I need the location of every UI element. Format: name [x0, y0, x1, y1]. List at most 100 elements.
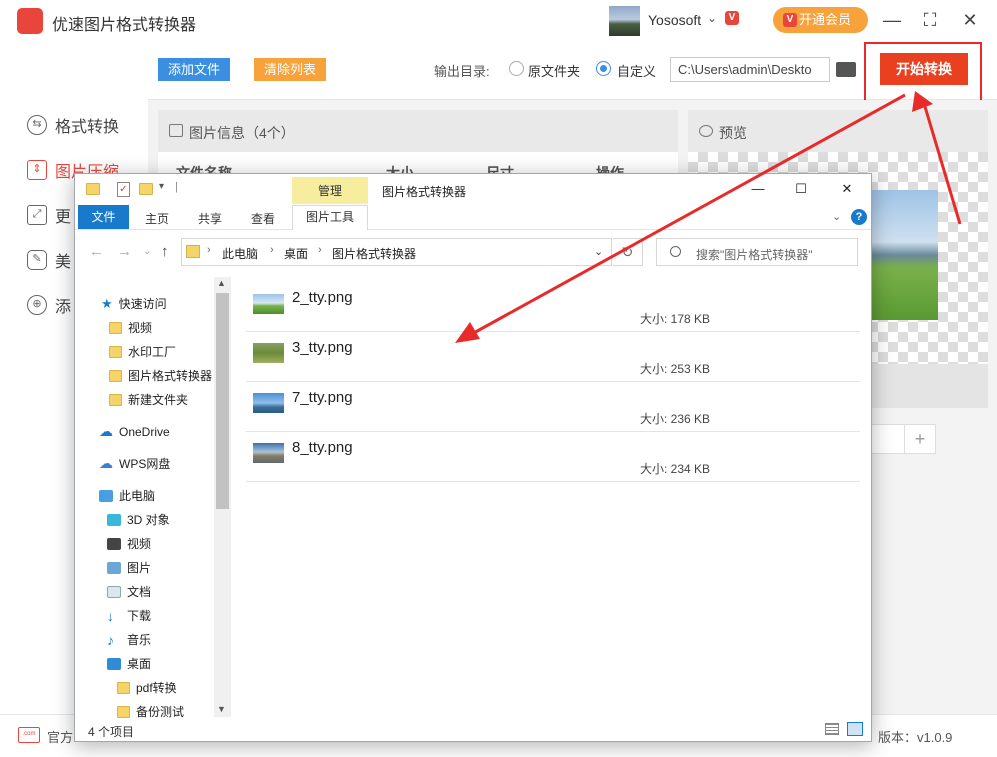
computer-icon: [99, 489, 113, 502]
beautify-icon: ✎: [27, 250, 47, 270]
sidebar-item-resize[interactable]: ⤢ 更: [27, 203, 71, 227]
file-name: 8_tty.png: [292, 439, 353, 456]
nav-item-wps-cloud[interactable]: ☁ WPS网盘: [99, 455, 170, 472]
sidebar-item-label: 更: [55, 209, 72, 226]
nav-item-label: OneDrive: [119, 424, 170, 439]
avatar[interactable]: [609, 6, 640, 36]
sidebar-item-format-convert[interactable]: ⇆ 格式转换: [27, 113, 119, 137]
file-name: 7_tty.png: [292, 389, 353, 406]
nav-item-watermark-factory[interactable]: 水印工厂: [109, 343, 176, 360]
clear-list-button[interactable]: 清除列表: [254, 58, 326, 81]
minimize-button[interactable]: —: [880, 8, 904, 32]
image-thumbnail: [253, 294, 284, 314]
search-icon: [670, 246, 681, 257]
breadcrumb-folder[interactable]: 图片格式转换器: [332, 245, 416, 262]
back-arrow-icon[interactable]: ←: [89, 243, 104, 260]
properties-icon[interactable]: ✓: [117, 182, 130, 197]
cloud-icon: ☁: [99, 423, 113, 439]
download-icon: ↓: [107, 607, 114, 624]
folder-icon[interactable]: [836, 62, 856, 77]
breadcrumb-separator[interactable]: ›: [207, 244, 211, 256]
folder-icon: [109, 345, 122, 358]
nav-item-this-pc[interactable]: 此电脑: [99, 487, 155, 504]
nav-item-quick-access[interactable]: ★ 快速访问: [101, 295, 167, 312]
app-logo-icon: [17, 8, 43, 34]
nav-item-label: 快速访问: [118, 297, 167, 311]
explorer-close-button[interactable]: ✕: [832, 180, 862, 198]
nav-item-label: 视频: [128, 321, 153, 335]
nav-item-label: WPS网盘: [119, 457, 171, 471]
output-path-field[interactable]: C:\Users\admin\Deskto: [670, 57, 830, 82]
nav-item-label: 图片格式转换器: [128, 369, 213, 383]
nav-item-pdf-convert[interactable]: pdf转换: [117, 679, 177, 696]
sidebar-item-beautify[interactable]: ✎ 美: [27, 248, 71, 272]
radio-custom[interactable]: [596, 61, 611, 76]
nav-scrollbar-thumb[interactable]: [216, 293, 229, 509]
details-view-icon[interactable]: [825, 723, 839, 735]
nav-item-downloads[interactable]: ↓ 下载: [107, 607, 151, 624]
explorer-title: 图片格式转换器: [382, 185, 467, 199]
tab-manage[interactable]: 管理: [292, 177, 368, 205]
radio-original[interactable]: [509, 61, 524, 76]
nav-item-onedrive[interactable]: ☁ OneDrive: [99, 423, 170, 440]
breadcrumb-this-pc[interactable]: 此电脑: [222, 245, 258, 262]
nav-item-converter-folder[interactable]: 图片格式转换器: [109, 367, 212, 384]
tab-file[interactable]: 文件: [78, 205, 129, 229]
preview-eye-icon: [699, 125, 713, 137]
option-custom-label[interactable]: 自定义: [617, 61, 656, 80]
nav-item-label: 备份测试: [136, 705, 185, 719]
nav-item-backup-test[interactable]: 备份测试: [117, 703, 184, 720]
chevron-down-icon[interactable]: ⌄: [832, 210, 841, 223]
nav-item-documents[interactable]: 文档: [107, 583, 151, 600]
maximize-button[interactable]: ⛶: [918, 8, 942, 32]
document-icon: [107, 585, 121, 598]
tab-view[interactable]: 查看: [251, 210, 275, 227]
tab-share[interactable]: 共享: [198, 210, 222, 227]
forward-arrow-icon[interactable]: →: [117, 243, 132, 260]
vip-icon: V: [783, 13, 797, 27]
new-folder-icon[interactable]: [139, 183, 153, 195]
option-original-label[interactable]: 原文件夹: [528, 61, 580, 80]
nav-item-desktop[interactable]: 桌面: [107, 655, 151, 672]
help-icon[interactable]: ?: [851, 209, 867, 225]
chevron-down-icon[interactable]: ⌄: [594, 245, 603, 258]
large-icons-view-icon[interactable]: [847, 722, 863, 736]
breadcrumb-separator[interactable]: ›: [270, 244, 274, 256]
username[interactable]: Yososoft: [648, 12, 701, 28]
explorer-minimize-button[interactable]: —: [743, 180, 773, 198]
vip-button[interactable]: V 开通会员: [773, 7, 868, 33]
explorer-maximize-button[interactable]: ☐: [786, 180, 816, 198]
plus-button[interactable]: +: [904, 424, 936, 454]
nav-item-videos[interactable]: 视频: [107, 535, 151, 552]
nav-item-pictures[interactable]: 图片: [107, 559, 151, 576]
folder-icon: [109, 369, 122, 382]
tab-picture-tools[interactable]: 图片工具: [292, 205, 368, 230]
tab-home[interactable]: 主页: [145, 210, 169, 227]
nav-item-label: 音乐: [127, 633, 152, 647]
cube-icon: [107, 513, 121, 526]
breadcrumb-desktop[interactable]: 桌面: [284, 245, 308, 262]
sidebar-item-label: 添: [55, 299, 72, 316]
add-file-button[interactable]: 添加文件: [158, 58, 230, 81]
official-site-link[interactable]: 官方: [47, 727, 73, 746]
sidebar-item-watermark[interactable]: ⊕ 添: [27, 293, 71, 317]
scroll-down-icon[interactable]: ▼: [217, 704, 226, 714]
scroll-up-icon[interactable]: ▲: [217, 278, 226, 288]
quick-access-folder-icon[interactable]: [86, 183, 100, 195]
nav-item-label: 文档: [127, 585, 152, 599]
star-icon: ★: [101, 295, 113, 311]
recent-locations-icon[interactable]: ⌄: [143, 246, 151, 257]
breadcrumb-separator[interactable]: ›: [318, 244, 322, 256]
up-arrow-icon[interactable]: ↑: [161, 243, 169, 260]
customize-toolbar-icon[interactable]: ▾: [159, 181, 164, 192]
chevron-down-icon[interactable]: ⌄: [707, 11, 717, 25]
nav-item-new-folder[interactable]: 新建文件夹: [109, 391, 188, 408]
image-info-icon: [169, 124, 183, 137]
nav-item-3d-objects[interactable]: 3D 对象: [107, 511, 170, 528]
nav-item-video-folder[interactable]: 视频: [109, 319, 152, 336]
close-button[interactable]: ✕: [958, 8, 982, 32]
refresh-icon[interactable]: ↻: [613, 238, 643, 266]
folder-icon: [117, 681, 130, 694]
nav-item-music[interactable]: ♪ 音乐: [107, 631, 151, 648]
file-name: 3_tty.png: [292, 339, 353, 356]
